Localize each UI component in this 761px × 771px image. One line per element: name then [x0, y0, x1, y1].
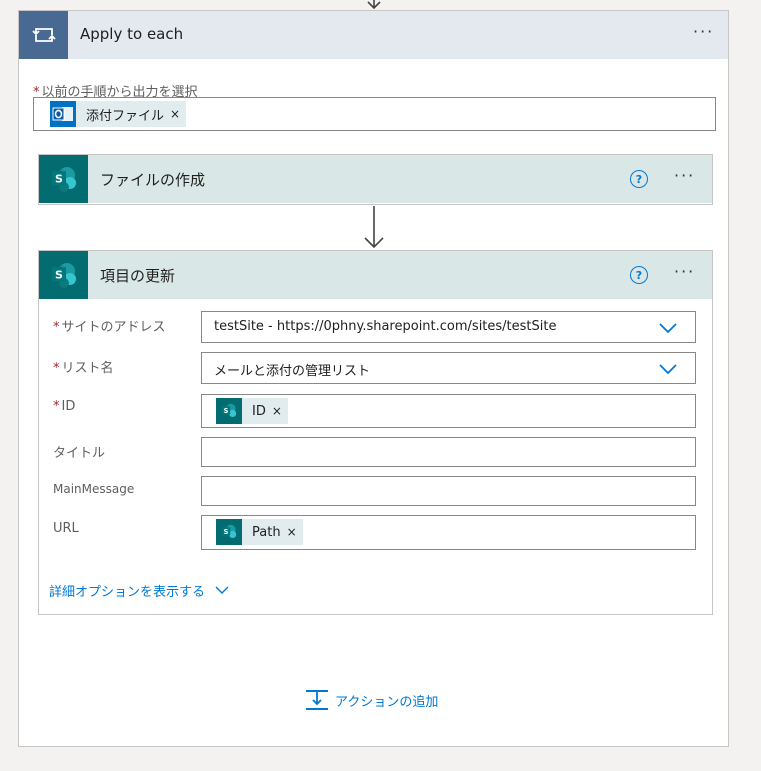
list-name-label: * リスト名 — [53, 361, 114, 376]
attachments-token[interactable]: 添付ファイル × — [50, 101, 187, 127]
svg-text:S: S — [55, 269, 63, 282]
apply-to-each-header[interactable]: Apply to each ··· — [19, 11, 728, 59]
list-name-value: メールと添付の管理リスト — [214, 364, 371, 379]
attachments-token-remove[interactable]: × — [170, 107, 186, 121]
help-icon[interactable]: ? — [630, 266, 648, 284]
update-item-card: S 項目の更新 ? ··· * サイトのアドレス testSite - https… — [38, 250, 713, 615]
path-token-label: Path — [252, 524, 281, 540]
outlook-icon — [50, 101, 76, 127]
add-action-button[interactable]: アクションの追加 — [305, 689, 438, 711]
title-field[interactable] — [201, 437, 696, 467]
id-field[interactable]: S ID × — [201, 394, 696, 428]
id-token[interactable]: S ID × — [216, 398, 288, 424]
sharepoint-icon: S — [216, 519, 242, 545]
chevron-down-icon — [659, 323, 677, 334]
create-file-header[interactable]: S ファイルの作成 ? ··· — [39, 155, 712, 203]
site-address-dropdown[interactable]: testSite - https://0phny.sharepoint.com/… — [201, 311, 696, 343]
show-advanced-options-link[interactable]: 詳細オプションを表示する — [49, 581, 229, 600]
create-file-card: S ファイルの作成 ? ··· — [38, 154, 713, 205]
apply-to-each-title: Apply to each — [80, 25, 184, 43]
apply-to-each-container: Apply to each ··· * 以前の手順から出力を選択 添付ファイル × — [18, 10, 729, 747]
main-message-field[interactable] — [201, 476, 696, 506]
show-advanced-options-label: 詳細オプションを表示する — [49, 585, 206, 600]
path-token-remove[interactable]: × — [287, 525, 303, 539]
add-action-label: アクションの追加 — [335, 694, 439, 710]
svg-text:S: S — [224, 407, 229, 415]
create-file-more-menu[interactable]: ··· — [674, 166, 695, 185]
loop-icon — [19, 11, 68, 59]
sharepoint-icon: S — [39, 251, 88, 299]
apply-to-each-more-menu[interactable]: ··· — [693, 22, 714, 41]
select-output-field[interactable]: 添付ファイル × — [33, 97, 716, 131]
connector-arrow-top — [367, 0, 381, 10]
id-token-label: ID — [252, 403, 266, 419]
sharepoint-icon: S — [39, 155, 88, 203]
create-file-title: ファイルの作成 — [100, 171, 206, 189]
id-token-remove[interactable]: × — [272, 404, 288, 418]
url-field[interactable]: S Path × — [201, 515, 696, 550]
id-label: * ID — [53, 399, 76, 414]
path-token[interactable]: S Path × — [216, 519, 303, 545]
help-icon[interactable]: ? — [630, 170, 648, 188]
main-message-label: MainMessage — [53, 482, 135, 496]
site-address-label: * サイトのアドレス — [53, 320, 166, 335]
update-item-header[interactable]: S 項目の更新 ? ··· — [39, 251, 712, 299]
attachments-token-label: 添付ファイル — [86, 108, 165, 124]
svg-text:S: S — [55, 173, 63, 186]
url-label: URL — [53, 521, 79, 536]
connector-arrow — [364, 206, 384, 249]
sharepoint-icon: S — [216, 398, 242, 424]
list-name-dropdown[interactable]: メールと添付の管理リスト — [201, 352, 696, 384]
update-item-more-menu[interactable]: ··· — [674, 262, 695, 281]
chevron-down-icon — [659, 364, 677, 375]
title-label: タイトル — [53, 446, 106, 461]
site-address-value: testSite - https://0phny.sharepoint.com/… — [214, 319, 557, 334]
add-action-icon — [306, 690, 328, 710]
chevron-down-icon — [215, 586, 229, 594]
svg-text:S: S — [224, 528, 229, 536]
update-item-title: 項目の更新 — [100, 267, 176, 285]
